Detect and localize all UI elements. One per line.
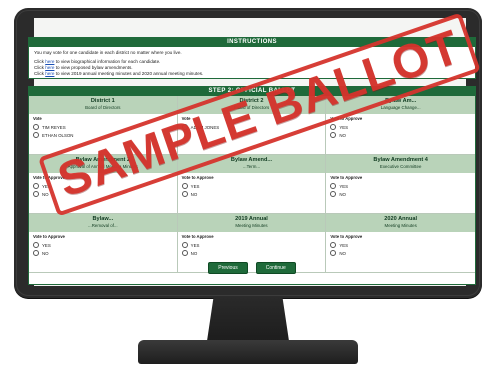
ballot-option[interactable]: YES (330, 123, 471, 131)
radio-button-icon[interactable] (181, 250, 188, 256)
radio-button-icon[interactable] (181, 183, 188, 189)
ballot-cell-subtitle: Board of Directors (85, 105, 121, 110)
ballot-cell-subtitle: Executive Committee (379, 164, 422, 169)
ballot-cell-title: Bylaw... (92, 216, 114, 222)
previous-button[interactable]: Previous (208, 262, 248, 274)
ballot-option[interactable]: NO (33, 249, 173, 257)
option-label: NO (190, 191, 198, 197)
ballot-cell-title: 2020 Annual (384, 216, 418, 222)
radio-button-icon[interactable] (181, 242, 188, 248)
option-label: NO (190, 250, 198, 256)
ballot-cell-prompt: Vote to Approve (330, 234, 363, 239)
option-label: YES (42, 242, 51, 248)
option-label: NO (339, 191, 346, 197)
ballot-cell-header: District 1 Board of Directors (29, 96, 177, 114)
radio-button-icon[interactable] (330, 191, 337, 197)
radio-button-icon[interactable] (181, 191, 188, 197)
ballot-cell: Bylaw Amendment 4 Executive Committee Vote… (326, 155, 475, 214)
ballot-option[interactable]: YES (33, 241, 173, 249)
radio-button-icon[interactable] (33, 191, 39, 197)
ballot-cell-header: 2019 Annual Meeting Minutes (177, 214, 326, 232)
radio-button-icon[interactable] (330, 132, 337, 138)
ballot-option[interactable]: NO (181, 249, 322, 257)
radio-button-icon[interactable] (33, 242, 39, 248)
radio-button-icon[interactable] (33, 250, 39, 256)
ballot-option[interactable]: NO (330, 249, 471, 257)
option-label: YES (339, 183, 349, 189)
ballot-cell-subtitle: ...Removal of... (88, 223, 118, 228)
ballot-cell-subtitle: Meeting Minutes (384, 223, 417, 228)
ballot-cell-body: Vote to Approve YES NO (178, 232, 326, 259)
option-label: NO (339, 132, 346, 138)
radio-button-icon[interactable] (33, 132, 39, 138)
ballot-cell-header: Bylaw... ...Removal of... (29, 214, 177, 232)
option-label: NO (42, 250, 49, 256)
ballot-cell-body: Vote to Approve YES NO (178, 173, 326, 200)
ballot-cell-prompt: Vote to Approve (33, 234, 65, 239)
ballot-cell-header: 2020 Annual Meeting Minutes (326, 214, 475, 232)
ballot-option[interactable]: YES (330, 182, 471, 190)
radio-button-icon[interactable] (33, 124, 39, 130)
option-label: NO (339, 250, 346, 256)
radio-button-icon[interactable] (330, 242, 337, 248)
nav-buttons: Previous Continue (29, 262, 475, 274)
ballot-option[interactable]: YES (181, 241, 322, 249)
option-label: YES (190, 183, 200, 189)
radio-button-icon[interactable] (33, 183, 39, 189)
radio-button-icon[interactable] (330, 124, 337, 130)
ballot-option[interactable]: NO (330, 131, 471, 139)
ballot-cell-prompt: Vote to Approve (181, 234, 214, 239)
monitor-stand-neck (207, 297, 289, 341)
ballot-cell-body: Vote to Approve YES NO (326, 173, 475, 200)
ballot-cell-prompt: Vote to Approve (181, 175, 214, 180)
ballot-option[interactable]: YES (330, 241, 471, 249)
monitor-stand-base (138, 340, 358, 364)
ballot-option[interactable]: NO (181, 190, 322, 198)
radio-button-icon[interactable] (330, 183, 337, 189)
ballot-cell-body: Vote to Approve YES NO (326, 232, 475, 259)
ballot-cell-title: District 1 (90, 98, 115, 104)
ballot-cell-title: Bylaw Amendment 4 (373, 157, 428, 163)
option-label: NO (42, 191, 49, 197)
option-label: YES (339, 124, 349, 130)
ballot-cell-prompt: Vote to Approve (330, 116, 363, 121)
continue-button[interactable]: Continue (255, 262, 296, 274)
option-label: ETHAN OLSON (42, 132, 74, 138)
option-label: YES (339, 242, 349, 248)
ballot-cell-subtitle: Meeting Minutes (235, 223, 268, 228)
ballot-cell-body: Vote to Approve YES NO (326, 114, 475, 141)
ballot-cell-title: 2019 Annual (235, 216, 268, 222)
ballot-cell-header: Bylaw Amendment 4 Executive Committee (326, 155, 475, 173)
ballot-cell-body: Vote to Approve YES NO (29, 232, 177, 259)
option-label: YES (190, 242, 200, 248)
ballot-option[interactable]: NO (330, 190, 471, 198)
option-label: TIM REYES (42, 124, 66, 130)
radio-button-icon[interactable] (330, 250, 337, 256)
ballot-option[interactable]: YES (181, 182, 322, 190)
ballot-cell-prompt: Vote to Approve (330, 175, 363, 180)
